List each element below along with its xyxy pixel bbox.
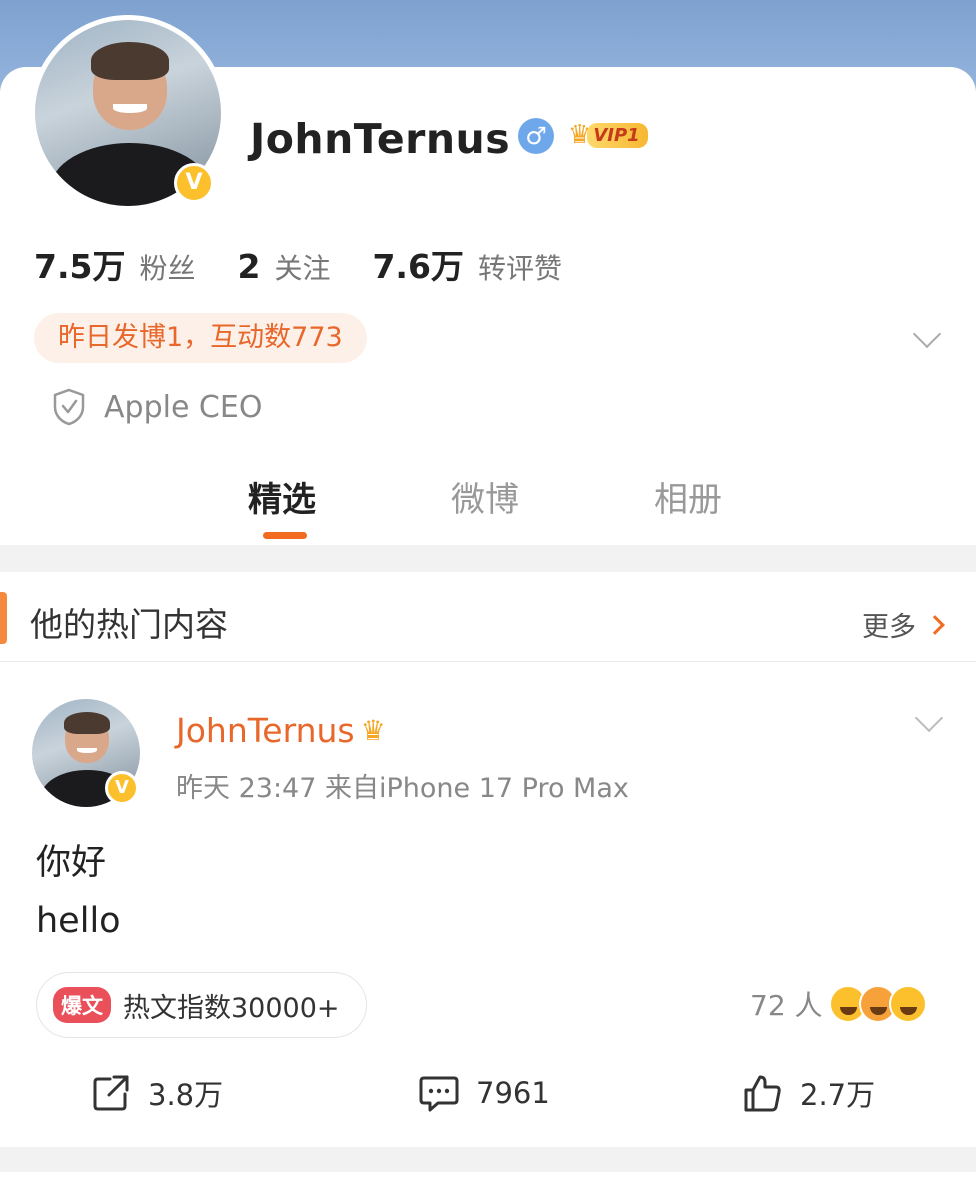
- hot-index-text: 热文指数30000+: [123, 992, 340, 1024]
- vip-label: VIP1: [587, 122, 648, 148]
- comment-count: 7961: [476, 1076, 550, 1110]
- vip-crown-icon: ♛: [360, 714, 386, 747]
- post-author-name: JohnTernus: [176, 711, 355, 750]
- reactions-summary[interactable]: 72 人: [750, 984, 927, 1024]
- hot-content-header: 他的热门内容 更多: [0, 572, 976, 662]
- post-meta: 昨天 23:47 来自iPhone 17 Pro Max: [176, 773, 629, 804]
- chevron-down-icon[interactable]: [914, 708, 944, 738]
- like-icon: [744, 1075, 781, 1112]
- stat-interactions-label: 转评赞: [477, 252, 562, 285]
- gender-male-icon: ♂: [518, 118, 554, 154]
- more-button[interactable]: 更多: [862, 605, 945, 644]
- hot-content-title: 他的热门内容: [30, 605, 228, 644]
- activity-summary[interactable]: 昨日发博1，互动数773: [34, 313, 367, 363]
- surprised-emoji-icon: [888, 985, 927, 1023]
- tab-album[interactable]: 相册: [654, 472, 722, 521]
- comment-button[interactable]: 7961: [418, 1072, 550, 1114]
- post-author[interactable]: JohnTernus ♛: [176, 711, 386, 750]
- next-section-card: [0, 1172, 976, 1200]
- post-body-line: hello: [36, 901, 121, 941]
- certification-row: Apple CEO: [52, 388, 262, 426]
- post-body-line: 你好: [36, 843, 107, 883]
- repost-icon: [93, 1075, 129, 1111]
- stat-interactions[interactable]: 7.6万 转评赞: [372, 240, 561, 288]
- more-label: 更多: [862, 612, 916, 643]
- stat-following[interactable]: 2 关注: [237, 247, 330, 287]
- vip-badge[interactable]: ♛ VIP1: [568, 118, 648, 152]
- profile-stats: 7.5万 粉丝 2 关注 7.6万 转评赞: [34, 240, 604, 288]
- comment-icon: [419, 1076, 459, 1112]
- certification-text: Apple CEO: [104, 389, 263, 425]
- section-accent-bar: [0, 592, 7, 644]
- chevron-right-icon: [925, 614, 945, 635]
- shield-check-icon: [53, 388, 85, 426]
- tab-featured[interactable]: 精选: [248, 472, 316, 521]
- chevron-down-icon[interactable]: [912, 322, 942, 352]
- post-body[interactable]: 你好 hello: [36, 834, 121, 950]
- reactions-count: 72 人: [750, 989, 823, 1022]
- tab-weibo[interactable]: 微博: [451, 472, 519, 521]
- active-tab-indicator: [263, 532, 307, 539]
- like-count: 2.7万: [800, 1078, 876, 1112]
- post-actions: 3.8万 7961 2.7万: [0, 1072, 976, 1122]
- stat-followers[interactable]: 7.5万 粉丝: [34, 240, 195, 288]
- stat-followers-label: 粉丝: [139, 252, 196, 285]
- verified-badge-icon: V: [105, 771, 139, 805]
- stat-followers-value: 7.5万: [34, 247, 126, 286]
- profile-username: JohnTernus: [250, 115, 511, 163]
- verified-badge-icon: V: [174, 163, 214, 203]
- like-button[interactable]: 2.7万: [742, 1072, 875, 1114]
- repost-count: 3.8万: [148, 1078, 224, 1112]
- stat-following-label: 关注: [274, 252, 331, 285]
- profile-tabs: 精选 微博 相册: [0, 466, 976, 546]
- hot-article-badge: 爆文: [53, 987, 111, 1023]
- hot-content-section: 他的热门内容 更多 V JohnTernus ♛ 昨天 23:47 来自iPho…: [0, 572, 976, 1147]
- hot-index-badge[interactable]: 爆文 热文指数30000+: [36, 972, 367, 1038]
- stat-interactions-value: 7.6万: [372, 247, 464, 286]
- stat-following-value: 2: [237, 247, 261, 286]
- repost-button[interactable]: 3.8万: [90, 1072, 223, 1114]
